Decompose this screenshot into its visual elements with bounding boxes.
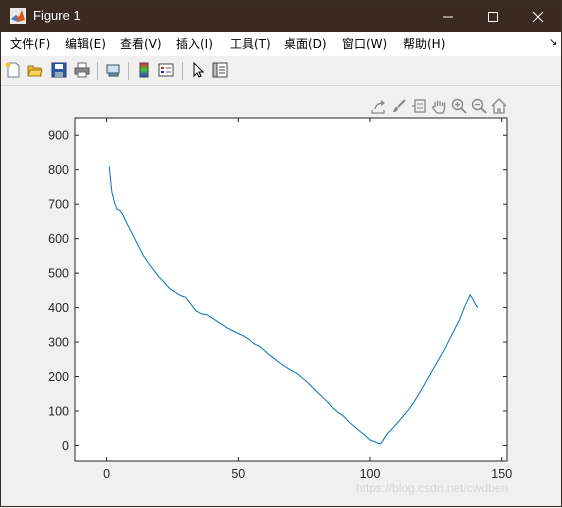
watermark: https://blog.csdn.net/cwdben xyxy=(356,481,509,495)
menu-overflow-icon[interactable]: ↘ xyxy=(549,37,557,48)
home-icon xyxy=(491,98,507,114)
minimize-icon xyxy=(443,16,453,17)
legend-icon xyxy=(158,63,174,77)
new-figure-icon xyxy=(5,62,20,78)
brush-button[interactable] xyxy=(390,97,408,115)
pointer-button[interactable] xyxy=(189,61,207,79)
maximize-button[interactable] xyxy=(470,1,516,32)
toolbar-separator xyxy=(128,62,129,80)
property-inspector-icon xyxy=(212,62,228,78)
pan-button[interactable] xyxy=(430,97,448,115)
save-button[interactable] xyxy=(50,61,68,79)
figure-toolbar xyxy=(1,57,561,86)
zoom-in-icon xyxy=(451,98,467,114)
brush-icon xyxy=(393,99,406,112)
legend-button[interactable] xyxy=(157,61,175,79)
matlab-icon xyxy=(10,8,26,24)
menu-insert[interactable]: 插入(I) xyxy=(176,37,213,51)
print-button[interactable] xyxy=(73,61,91,79)
open-file-icon xyxy=(27,65,43,77)
zoom-out-icon xyxy=(471,98,487,114)
new-figure-button[interactable] xyxy=(4,61,22,79)
menu-view[interactable]: 查看(V) xyxy=(120,37,162,51)
property-inspector-button[interactable] xyxy=(211,61,229,79)
menu-window[interactable]: 窗口(W) xyxy=(342,37,387,51)
figure-canvas xyxy=(1,86,561,506)
open-file-button[interactable] xyxy=(26,61,44,79)
export-button[interactable] xyxy=(369,97,387,115)
minimize-button[interactable] xyxy=(425,1,471,32)
export-icon xyxy=(371,100,385,114)
link-plot-button[interactable] xyxy=(104,61,122,79)
close-icon xyxy=(532,11,544,22)
title-bar: Figure 1 xyxy=(1,1,561,32)
colorbar-button[interactable] xyxy=(135,61,153,79)
menu-tools[interactable]: 工具(T) xyxy=(230,37,271,51)
data-tips-button[interactable] xyxy=(410,97,428,115)
menu-desktop[interactable]: 桌面(D) xyxy=(284,37,327,51)
close-button[interactable] xyxy=(515,1,561,32)
menu-edit[interactable]: 编辑(E) xyxy=(65,37,106,51)
zoom-in-button[interactable] xyxy=(450,97,468,115)
menu-help[interactable]: 帮助(H) xyxy=(403,37,445,51)
maximize-icon xyxy=(488,11,498,22)
menu-bar: 文件(F) 编辑(E) 查看(V) 插入(I) 工具(T) 桌面(D) 窗口(W… xyxy=(1,32,561,56)
save-icon xyxy=(51,62,67,78)
home-button[interactable] xyxy=(490,97,508,115)
pointer-icon xyxy=(193,62,205,78)
link-plot-icon xyxy=(106,64,120,77)
toolbar-separator xyxy=(97,62,98,80)
figure-window: Figure 1 文件(F) 编辑(E) 查看(V) 插入(I) 工具(T) 桌… xyxy=(0,0,562,507)
window-title: Figure 1 xyxy=(33,8,81,23)
data-tips-icon xyxy=(412,99,426,113)
colorbar-icon xyxy=(139,62,149,78)
pan-icon xyxy=(432,100,446,114)
menu-file[interactable]: 文件(F) xyxy=(10,37,50,51)
zoom-out-button[interactable] xyxy=(470,97,488,115)
print-icon xyxy=(74,62,90,78)
toolbar-separator xyxy=(182,62,183,80)
